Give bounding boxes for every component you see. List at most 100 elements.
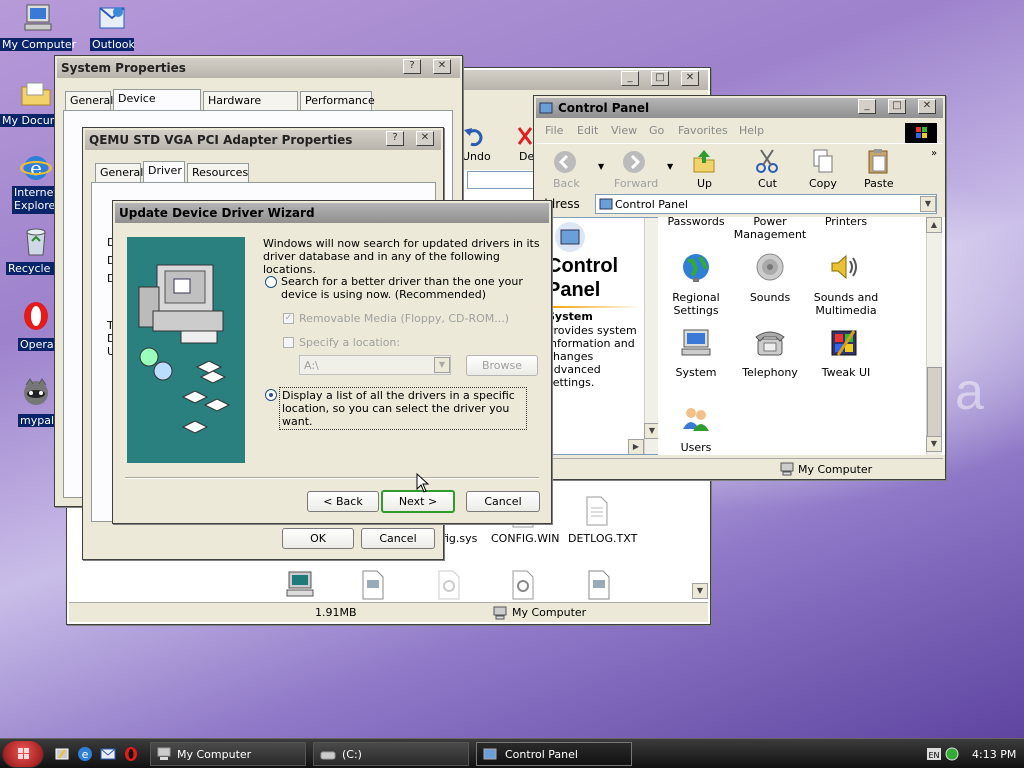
scroll-down-arrow[interactable]: ▼ (926, 436, 942, 452)
task-drive-c[interactable]: (C:) (313, 742, 469, 766)
desktop-icon-opera[interactable]: Opera (18, 300, 58, 352)
close-button[interactable]: ✕ (918, 99, 936, 114)
menu-go[interactable]: Go (649, 124, 664, 137)
status-location: My Computer (798, 463, 873, 476)
minimize-button[interactable]: _ (621, 71, 639, 86)
tab-driver[interactable]: Driver (143, 161, 185, 182)
copy-button[interactable]: Copy (809, 177, 837, 190)
desktop-icon-recycle-bin[interactable]: Recycle B (6, 226, 58, 278)
location-combo[interactable]: A:\ ▼ (299, 355, 451, 375)
tab-resources[interactable]: Resources (187, 163, 249, 182)
option-list-radio[interactable] (265, 389, 277, 401)
forward-button[interactable]: Forward (614, 177, 658, 190)
close-button[interactable]: ✕ (433, 59, 451, 74)
title-bar[interactable]: Update Device Driver Wizard (115, 203, 549, 223)
option-search-label[interactable]: Search for a better driver than the one … (281, 275, 541, 301)
up-button[interactable]: Up (697, 177, 712, 190)
close-button[interactable]: ✕ (681, 71, 699, 86)
address-dropdown-arrow[interactable]: ▼ (920, 196, 936, 212)
cp-item-passwords[interactable]: Passwords (658, 217, 734, 228)
scroll-down-arrow[interactable]: ▼ (692, 583, 708, 599)
file-label[interactable]: fig.sys (442, 532, 477, 545)
language-tray-icon[interactable]: EN (926, 746, 942, 762)
cp-item-power-management[interactable]: Power Management (730, 217, 810, 241)
cancel-button[interactable]: Cancel (466, 491, 540, 512)
tab-hardware-profiles[interactable]: Hardware Profiles (203, 91, 298, 124)
desktop-icon-ie[interactable]: e Internet Explorer (12, 152, 58, 214)
multimedia-icon (831, 254, 857, 280)
opera-icon (24, 302, 48, 330)
menu-file[interactable]: File (545, 124, 563, 137)
cp-item-tweak-ui[interactable]: Tweak UI (806, 366, 886, 379)
start-button[interactable] (2, 740, 44, 768)
menu-bar: File Edit View Go Favorites Help (536, 120, 943, 143)
scroll-up-arrow[interactable]: ▲ (926, 217, 942, 233)
delete-button[interactable]: De (519, 150, 534, 163)
tab-device-manager[interactable]: Device Manager (113, 89, 201, 122)
cp-item-telephony[interactable]: Telephony (732, 366, 808, 379)
help-button[interactable]: ? (386, 131, 404, 146)
file-label[interactable]: CONFIG.WIN (491, 532, 560, 545)
task-control-panel[interactable]: Control Panel (476, 742, 632, 766)
cp-item-sounds[interactable]: Sounds (732, 291, 808, 304)
dropdown-arrow-icon[interactable]: ▼ (598, 162, 604, 171)
tab-general[interactable]: General (65, 91, 113, 110)
network-tray-icon[interactable] (944, 746, 960, 762)
undo-button[interactable]: Undo (462, 150, 491, 163)
specify-location-label[interactable]: Specify a location: (299, 336, 400, 349)
removable-media-checkbox[interactable]: ✓ (283, 313, 294, 324)
dropdown-arrow-icon[interactable]: ▼ (667, 162, 673, 171)
title-bar[interactable]: Control Panel (536, 98, 943, 118)
desktop-icon-mypal[interactable]: mypal (18, 376, 58, 428)
ok-button[interactable]: OK (282, 528, 354, 549)
close-button[interactable]: ✕ (416, 131, 434, 146)
cp-item-sounds-multimedia[interactable]: Sounds and Multimedia (806, 291, 886, 317)
desktop-icon-my-documents[interactable]: My Docume (0, 78, 58, 130)
location-dropdown-arrow[interactable]: ▼ (434, 357, 450, 373)
maximize-button[interactable]: □ (888, 99, 906, 114)
specify-location-checkbox[interactable] (283, 337, 294, 348)
cancel-button[interactable]: Cancel (361, 528, 435, 549)
cut-button[interactable]: Cut (758, 177, 777, 190)
desktop-icon-my-computer[interactable]: My Computer (0, 2, 76, 54)
scroll-right-arrow[interactable]: ▶ (628, 439, 644, 454)
ie-quicklaunch-icon[interactable]: e (77, 746, 93, 762)
file-label[interactable]: DETLOG.TXT (568, 532, 637, 545)
address-input[interactable]: Control Panel ▼ (595, 194, 937, 214)
show-desktop-icon[interactable] (54, 746, 70, 762)
minimize-button[interactable]: _ (858, 99, 876, 114)
tab-general[interactable]: General (95, 163, 143, 182)
cp-item-system[interactable]: System (658, 366, 734, 379)
removable-media-label[interactable]: Removable Media (Floppy, CD-ROM...) (299, 312, 509, 325)
clock[interactable]: 4:13 PM (972, 748, 1016, 761)
option-list-label[interactable]: Display a list of all the drivers in a s… (279, 387, 527, 430)
maximize-button[interactable]: □ (651, 71, 669, 86)
scroll-thumb[interactable] (927, 367, 942, 437)
cp-item-regional-settings[interactable]: Regional Settings (658, 291, 734, 317)
tab-performance[interactable]: Performance (300, 91, 375, 110)
paste-button[interactable]: Paste (864, 177, 894, 190)
cp-item-printers[interactable]: Printers (808, 217, 884, 228)
next-button[interactable]: Next > (381, 490, 455, 513)
outlook-quicklaunch-icon[interactable] (100, 746, 116, 762)
cp-item-users[interactable]: Users (658, 441, 734, 454)
desktop-label: mypal (18, 414, 55, 427)
task-my-computer[interactable]: My Computer (150, 742, 306, 766)
title-bar[interactable]: System Properties (57, 58, 460, 78)
toolbar-overflow-icon[interactable]: » (931, 148, 937, 159)
back-button[interactable]: Back (553, 177, 580, 190)
option-search-radio[interactable] (265, 276, 277, 288)
browse-button[interactable]: Browse (466, 355, 538, 376)
menu-favorites[interactable]: Favorites (678, 124, 728, 137)
location-value: A:\ (304, 359, 319, 372)
menu-view[interactable]: View (611, 124, 637, 137)
back-button[interactable]: < Back (307, 491, 379, 512)
users-icon (683, 408, 709, 431)
menu-help[interactable]: Help (739, 124, 764, 137)
wizard-divider (125, 477, 539, 479)
menu-edit[interactable]: Edit (577, 124, 598, 137)
opera-quicklaunch-icon[interactable] (123, 746, 139, 762)
desktop-icon-outlook[interactable]: Outlook (90, 2, 135, 54)
help-button[interactable]: ? (403, 59, 421, 74)
address-bar[interactable] (467, 171, 540, 189)
